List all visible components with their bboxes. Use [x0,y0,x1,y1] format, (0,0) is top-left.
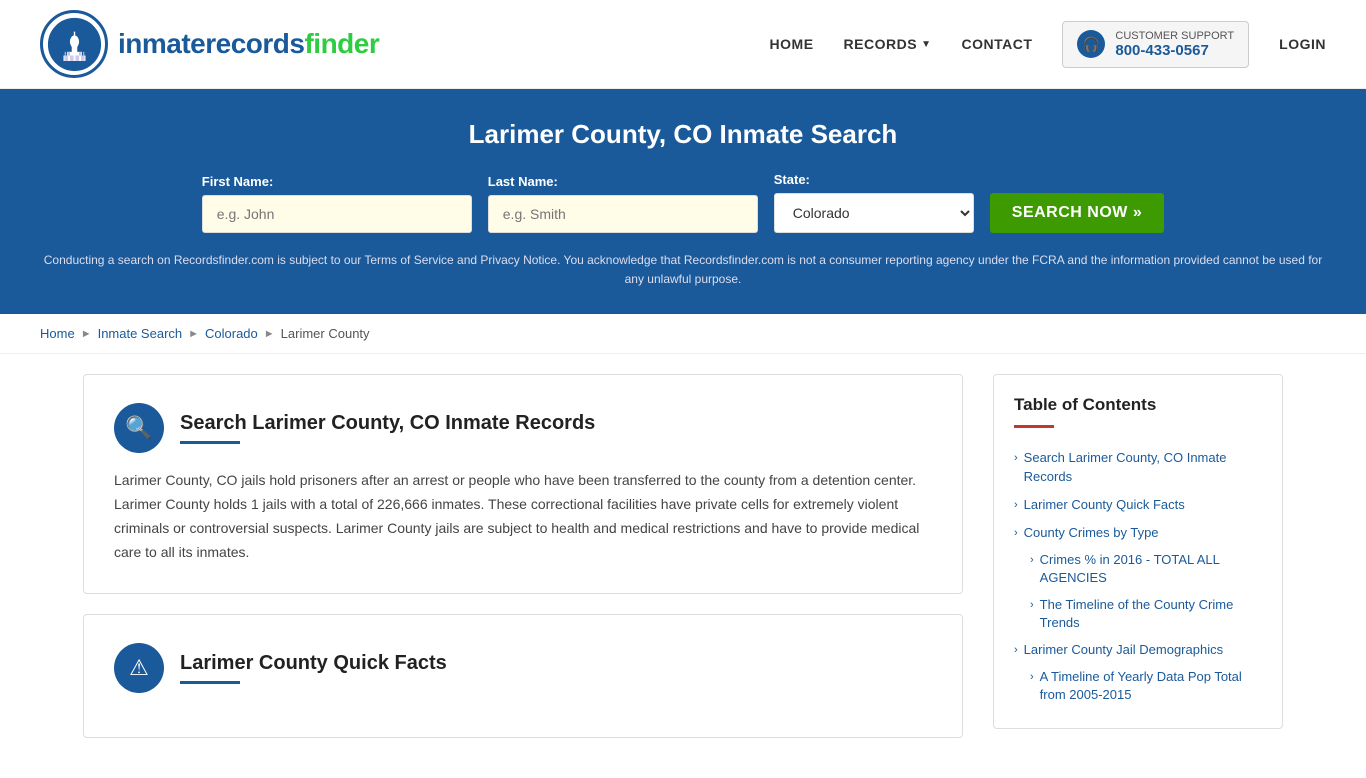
breadcrumb-larimer: Larimer County [281,326,370,341]
toc-list: › Search Larimer County, CO Inmate Recor… [1014,444,1262,708]
toc-label-0: Search Larimer County, CO Inmate Records [1024,449,1262,485]
section-underline-2 [180,681,240,684]
support-info: CUSTOMER SUPPORT 800-433-0567 [1115,30,1234,59]
section-title-1: Search Larimer County, CO Inmate Records [180,412,595,435]
logo-text: inmaterecordsfinder [118,28,379,60]
nav-home[interactable]: HOME [770,36,814,52]
chevron-right-icon-5: › [1014,643,1018,658]
breadcrumb-sep-1: ► [81,328,92,340]
chevron-down-icon: ▼ [921,39,931,50]
last-name-input[interactable] [488,195,758,233]
customer-support-box[interactable]: 🎧 CUSTOMER SUPPORT 800-433-0567 [1062,21,1249,68]
logo-area: inmaterecordsfinder [40,10,379,78]
last-name-group: Last Name: [488,174,758,233]
first-name-group: First Name: [202,174,472,233]
main-content: 🔍 Search Larimer County, CO Inmate Recor… [43,354,1323,777]
section-title-wrap-1: Search Larimer County, CO Inmate Records [180,412,595,444]
nav-records[interactable]: RECORDS ▼ [844,36,932,52]
chevron-right-icon-6: › [1030,670,1034,685]
toc-item-5[interactable]: › Larimer County Jail Demographics [1014,636,1262,664]
page-title: Larimer County, CO Inmate Search [40,119,1326,150]
toc-box: Table of Contents › Search Larimer Count… [993,374,1283,729]
breadcrumb-inmate-search[interactable]: Inmate Search [98,326,183,341]
toc-label-2: County Crimes by Type [1024,524,1159,542]
nav-login[interactable]: LOGIN [1279,36,1326,52]
logo-icon [40,10,108,78]
section-quick-facts: ⚠ Larimer County Quick Facts [83,614,963,738]
toc-item-2[interactable]: › County Crimes by Type [1014,519,1262,547]
toc-item-1[interactable]: › Larimer County Quick Facts [1014,491,1262,519]
nav-contact[interactable]: CONTACT [961,36,1032,52]
toc-label-4: The Timeline of the County Crime Trends [1040,596,1262,632]
state-label: State: [774,172,974,187]
search-form: First Name: Last Name: State: Colorado S… [40,172,1326,233]
section-title-wrap-2: Larimer County Quick Facts [180,652,447,684]
main-nav: HOME RECORDS ▼ CONTACT 🎧 CUSTOMER SUPPOR… [770,21,1326,68]
chevron-right-icon-4: › [1030,598,1034,613]
content-left: 🔍 Search Larimer County, CO Inmate Recor… [83,374,993,757]
site-header: inmaterecordsfinder HOME RECORDS ▼ CONTA… [0,0,1366,89]
toc-subitem-3[interactable]: › Crimes % in 2016 - TOTAL ALL AGENCIES [1014,547,1262,591]
toc-label-6: A Timeline of Yearly Data Pop Total from… [1040,668,1262,704]
section-header-2: ⚠ Larimer County Quick Facts [114,643,932,693]
breadcrumb: Home ► Inmate Search ► Colorado ► Larime… [0,314,1366,354]
toc-label-5: Larimer County Jail Demographics [1024,641,1223,659]
first-name-input[interactable] [202,195,472,233]
breadcrumb-sep-2: ► [188,328,199,340]
section-body-1: Larimer County, CO jails hold prisoners … [114,469,932,564]
toc-item-0[interactable]: › Search Larimer County, CO Inmate Recor… [1014,444,1262,490]
toc-underline [1014,425,1054,428]
hero-disclaimer: Conducting a search on Recordsfinder.com… [40,251,1326,289]
toc-label-1: Larimer County Quick Facts [1024,496,1185,514]
section-underline-1 [180,441,240,444]
first-name-label: First Name: [202,174,472,189]
toc-title: Table of Contents [1014,395,1262,415]
chevron-right-icon-0: › [1014,451,1018,466]
hero-section: Larimer County, CO Inmate Search First N… [0,89,1366,314]
search-icon: 🔍 [114,403,164,453]
breadcrumb-home[interactable]: Home [40,326,75,341]
breadcrumb-sep-3: ► [264,328,275,340]
chevron-right-icon-1: › [1014,498,1018,513]
alert-icon: ⚠ [114,643,164,693]
section-inmate-records: 🔍 Search Larimer County, CO Inmate Recor… [83,374,963,593]
section-header-1: 🔍 Search Larimer County, CO Inmate Recor… [114,403,932,453]
toc-label-3: Crimes % in 2016 - TOTAL ALL AGENCIES [1040,551,1262,587]
sidebar-toc: Table of Contents › Search Larimer Count… [993,374,1283,757]
headset-icon: 🎧 [1077,30,1105,58]
section-title-2: Larimer County Quick Facts [180,652,447,675]
state-group: State: Colorado [774,172,974,233]
state-select[interactable]: Colorado [774,193,974,233]
toc-subitem-6[interactable]: › A Timeline of Yearly Data Pop Total fr… [1014,664,1262,708]
breadcrumb-colorado[interactable]: Colorado [205,326,258,341]
last-name-label: Last Name: [488,174,758,189]
chevron-right-icon-2: › [1014,526,1018,541]
search-button[interactable]: SEARCH NOW » [990,193,1164,233]
toc-subitem-4[interactable]: › The Timeline of the County Crime Trend… [1014,592,1262,636]
chevron-right-icon-3: › [1030,553,1034,568]
